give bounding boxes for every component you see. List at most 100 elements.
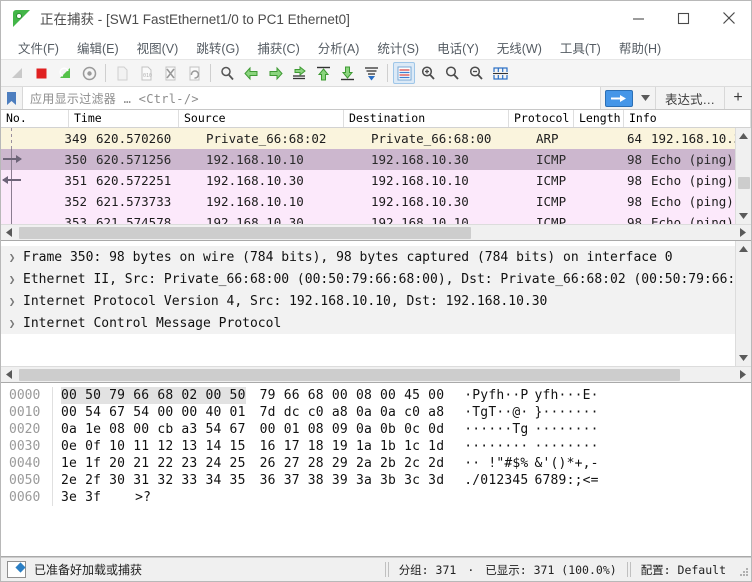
display-filter-input[interactable]: 应用显示过滤器 … <Ctrl-/> — [23, 87, 600, 109]
add-filter-button[interactable]: + — [724, 87, 751, 109]
scroll-track[interactable] — [17, 367, 735, 383]
chevron-right-icon[interactable]: ❯ — [1, 251, 23, 264]
menu-tools[interactable]: 工具(T) — [551, 36, 610, 59]
find-packet-icon[interactable] — [216, 62, 238, 84]
scroll-left-icon[interactable] — [1, 367, 17, 383]
hex-ascii-left: ·TgT··@· — [464, 405, 529, 420]
close-icon[interactable] — [706, 1, 751, 35]
packet-list-horizontal-scrollbar[interactable] — [1, 224, 751, 240]
hex-dump[interactable]: 0000 00 50 79 66 68 02 00 50 79 66 68 00… — [1, 383, 751, 556]
column-header-protocol[interactable]: Protocol — [509, 110, 574, 127]
hex-bytes-right: 00 01 08 09 0a 0b 0c 0d — [259, 422, 445, 437]
auto-scroll-icon[interactable] — [360, 62, 382, 84]
toolbar-separator — [387, 64, 388, 82]
zoom-out-icon[interactable] — [441, 62, 463, 84]
table-row[interactable]: 349 620.570260 Private_66:68:02 Private_… — [1, 128, 751, 149]
open-file-icon[interactable] — [111, 62, 133, 84]
table-row[interactable]: 350 620.571256 192.168.10.10 192.168.10.… — [1, 149, 751, 170]
go-to-last-icon[interactable] — [336, 62, 358, 84]
cell-length: 64 — [626, 131, 642, 146]
capture-options-icon[interactable] — [78, 62, 100, 84]
menu-analyze[interactable]: 分析(A) — [309, 36, 369, 59]
scroll-down-icon[interactable] — [736, 208, 752, 224]
filter-expression-button[interactable]: 表达式… — [654, 87, 724, 109]
go-back-icon[interactable] — [240, 62, 262, 84]
menu-edit[interactable]: 编辑(E) — [68, 36, 128, 59]
window-title: 正在捕获 - [SW1 FastEthernet1/0 to PC1 Ether… — [40, 12, 350, 27]
column-header-source[interactable]: Source — [179, 110, 344, 127]
maximize-icon[interactable] — [661, 1, 706, 35]
detail-row-frame[interactable]: ❯ Frame 350: 98 bytes on wire (784 bits)… — [1, 246, 735, 268]
scroll-track[interactable] — [736, 257, 752, 350]
packet-list-vertical-scrollbar[interactable] — [735, 128, 751, 224]
scroll-right-icon[interactable] — [735, 225, 751, 241]
scroll-up-icon[interactable] — [736, 128, 752, 144]
column-header-no[interactable]: No. — [1, 110, 69, 127]
scroll-thumb[interactable] — [19, 226, 472, 239]
menu-view[interactable]: 视图(V) — [128, 36, 188, 59]
hex-ascii-left: ······Tg — [464, 422, 529, 437]
save-file-icon[interactable]: 010 — [135, 62, 157, 84]
packet-details-vertical-scrollbar[interactable] — [735, 241, 751, 366]
hex-bytes-right: 7d dc c0 a8 0a 0a c0 a8 — [259, 405, 445, 420]
reload-file-icon[interactable] — [183, 62, 205, 84]
minimize-icon[interactable] — [616, 1, 661, 35]
restart-capture-icon[interactable] — [54, 62, 76, 84]
capture-file-properties-icon[interactable] — [7, 561, 26, 578]
detail-text: Frame 350: 98 bytes on wire (784 bits), … — [23, 249, 673, 265]
menu-telephony[interactable]: 电话(Y) — [428, 36, 488, 59]
table-row[interactable]: 353 621.574578 192.168.10.30 192.168.10.… — [1, 212, 751, 224]
wireshark-window: 正在捕获 - [SW1 FastEthernet1/0 to PC1 Ether… — [0, 0, 752, 582]
stop-capture-icon[interactable] — [30, 62, 52, 84]
chevron-right-icon[interactable]: ❯ — [1, 273, 23, 286]
table-row[interactable]: 352 621.573733 192.168.10.10 192.168.10.… — [1, 191, 751, 212]
go-to-packet-icon[interactable] — [288, 62, 310, 84]
scroll-track[interactable] — [736, 144, 752, 208]
close-file-icon[interactable] — [159, 62, 181, 84]
start-capture-icon[interactable] — [6, 62, 28, 84]
scroll-right-icon[interactable] — [735, 367, 751, 383]
chevron-right-icon[interactable]: ❯ — [1, 295, 23, 308]
filter-history-dropdown-icon[interactable] — [636, 87, 655, 109]
bookmark-icon[interactable] — [1, 87, 23, 109]
zoom-in-icon[interactable] — [417, 62, 439, 84]
status-separator — [384, 562, 386, 577]
scroll-track[interactable] — [17, 225, 735, 241]
menu-capture[interactable]: 捕获(C) — [248, 36, 308, 59]
go-forward-icon[interactable] — [264, 62, 286, 84]
resize-grip[interactable] — [735, 563, 749, 577]
menu-wireless[interactable]: 无线(W) — [488, 36, 551, 59]
zoom-reset-icon[interactable] — [465, 62, 487, 84]
column-header-destination[interactable]: Destination — [344, 110, 509, 127]
hex-ascii-right: ········ — [534, 439, 599, 454]
hex-offset: 0030 — [1, 438, 53, 455]
menu-file[interactable]: 文件(F) — [9, 36, 68, 59]
menu-go[interactable]: 跳转(G) — [187, 36, 248, 59]
hex-bytes-left: 0e 0f 10 11 12 13 14 15 — [61, 439, 246, 454]
apply-filter-button[interactable] — [599, 87, 637, 109]
chevron-right-icon[interactable]: ❯ — [1, 317, 23, 330]
detail-row-icmp[interactable]: ❯ Internet Control Message Protocol — [1, 312, 735, 334]
hex-bytes-left: 3e 3f — [61, 490, 102, 505]
resize-columns-icon[interactable] — [489, 62, 511, 84]
scroll-left-icon[interactable] — [1, 225, 17, 241]
column-header-time[interactable]: Time — [69, 110, 179, 127]
go-to-first-icon[interactable] — [312, 62, 334, 84]
scroll-up-icon[interactable] — [736, 241, 752, 257]
detail-row-ethernet[interactable]: ❯ Ethernet II, Src: Private_66:68:00 (00… — [1, 268, 735, 290]
menu-statistics[interactable]: 统计(S) — [368, 36, 428, 59]
status-profile[interactable]: 配置: Default — [632, 562, 735, 578]
detail-row-ipv4[interactable]: ❯ Internet Protocol Version 4, Src: 192.… — [1, 290, 735, 312]
hex-ascii-left: ·Pyfh··P — [464, 388, 529, 403]
packet-details-horizontal-scrollbar[interactable] — [1, 366, 751, 382]
scroll-thumb[interactable] — [19, 368, 680, 381]
scroll-down-icon[interactable] — [736, 350, 752, 366]
table-row[interactable]: 351 620.572251 192.168.10.30 192.168.10.… — [1, 170, 751, 191]
colorize-icon[interactable] — [393, 62, 415, 84]
column-header-info[interactable]: Info — [624, 110, 751, 127]
column-header-length[interactable]: Length — [574, 110, 624, 127]
title-bar: 正在捕获 - [SW1 FastEthernet1/0 to PC1 Ether… — [1, 1, 751, 35]
menu-help[interactable]: 帮助(H) — [610, 36, 670, 59]
hex-row: 0040 1e 1f 20 21 22 23 24 25 26 27 28 29… — [1, 455, 751, 472]
scroll-thumb[interactable] — [737, 177, 750, 189]
